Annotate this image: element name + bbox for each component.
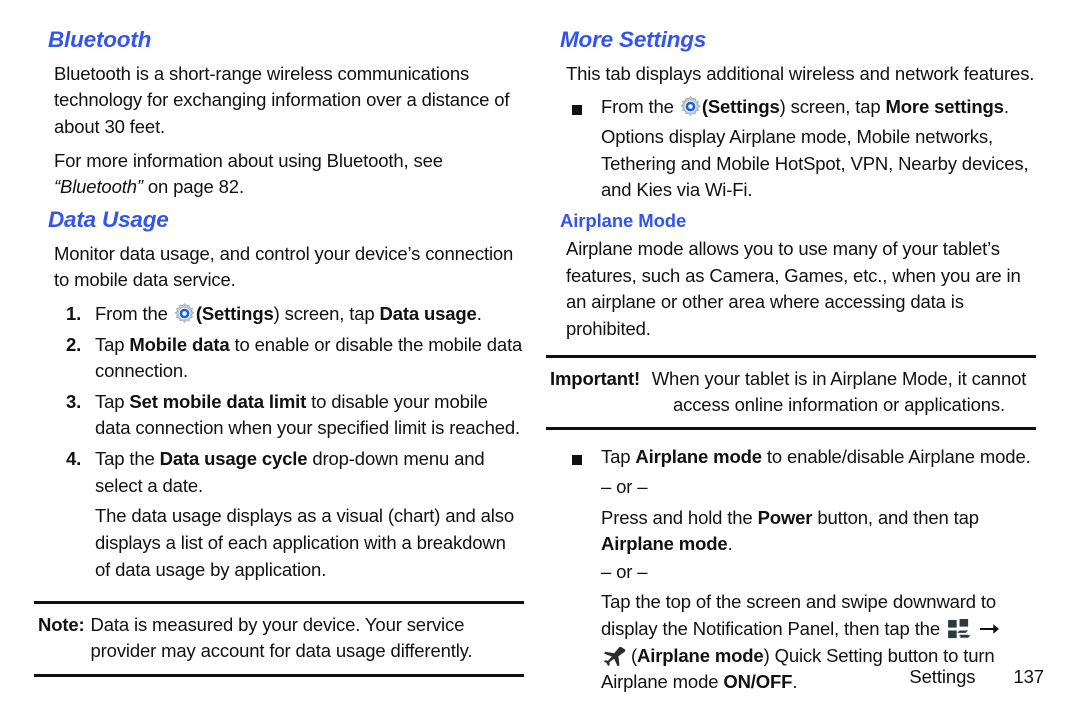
step-text: Tap Set mobile data limit to disable you…	[95, 389, 524, 442]
heading-bluetooth: Bluetooth	[48, 27, 152, 52]
more-settings-bullet-continuation: Options display Airplane mode, Mobile ne…	[601, 126, 1029, 201]
step4-pre: Tap the	[95, 448, 160, 469]
right-column: More Settings This tab displays addition…	[546, 27, 1036, 720]
alt2-target: Airplane mode	[637, 644, 764, 666]
footer-section-name: Settings	[909, 666, 976, 687]
bluetooth-para2-pre: For more information about using Bluetoo…	[54, 149, 443, 171]
settings-gear-icon	[680, 96, 701, 117]
ms-bullet-pre: From the	[601, 96, 679, 118]
alt1-pre: Press and hold the	[601, 506, 758, 528]
airplane-mode-intro: Airplane mode allows you to use many of …	[566, 238, 1021, 340]
step-number: 4.	[66, 448, 82, 469]
right-arrow-icon	[979, 619, 1000, 637]
or-separator-2: – or –	[601, 560, 648, 582]
data-usage-step-3: 3. Tap Set mobile data limit to disable …	[34, 389, 524, 442]
bluetooth-para2-post: on page 82.	[142, 176, 244, 198]
step1-post: .	[476, 302, 482, 324]
more-settings-bullet: From the (Settings) screen, tap More set…	[546, 94, 1036, 122]
note-callout: Note: Data is measured by your device. Y…	[34, 601, 524, 677]
step1-target: Data usage	[379, 302, 477, 324]
alt1-power-key: Power	[757, 506, 813, 528]
bluetooth-paragraph-1: Bluetooth is a short-range wireless comm…	[54, 62, 510, 137]
step1-settings-label: (Settings	[195, 302, 274, 324]
ms-settings-label: (Settings	[701, 96, 780, 118]
bullet-text: From the (Settings) screen, tap More set…	[601, 94, 1036, 122]
ms-bullet-post: .	[1003, 96, 1009, 118]
or-separator-1: – or –	[601, 475, 648, 497]
step-number: 2.	[66, 333, 82, 355]
bullet-text: Tap Airplane mode to enable/disable Airp…	[601, 444, 1036, 472]
alt2-onoff: ON/OFF	[723, 671, 793, 693]
am-bullet-post: to enable/disable Airplane mode.	[761, 446, 1031, 468]
am-bullet-pre: Tap	[601, 446, 636, 468]
heading-more-settings: More Settings	[560, 27, 707, 52]
heading-data-usage: Data Usage	[48, 206, 169, 232]
important-text: When your tablet is in Airplane Mode, it…	[651, 367, 1027, 415]
step1-pre: From the	[95, 302, 173, 324]
important-callout: Important! When your tablet is in Airpla…	[546, 354, 1036, 431]
data-usage-step-1: 1. From the (Settings) screen, tap Data …	[34, 301, 524, 328]
step3-pre: Tap	[95, 390, 130, 412]
important-label: Important!	[550, 367, 640, 389]
step-text: From the (Settings) screen, tap Data usa…	[95, 301, 524, 328]
data-usage-step-2: 2. Tap Mobile data to enable or disable …	[34, 332, 524, 385]
bullet-square-icon	[572, 444, 601, 472]
step-number: 1.	[66, 302, 82, 324]
alt2-post: .	[792, 671, 798, 693]
note-label: Note:	[38, 614, 85, 636]
bullet-square-icon	[572, 94, 601, 122]
bluetooth-paragraph-2: For more information about using Bluetoo…	[34, 148, 524, 201]
airplane-mode-bullet: Tap Airplane mode to enable/disable Airp…	[546, 444, 1036, 472]
step2-target: Mobile data	[129, 333, 230, 355]
data-usage-intro: Monitor data usage, and control your dev…	[54, 242, 514, 291]
heading-airplane-mode: Airplane Mode	[560, 209, 687, 231]
ms-bullet-mid: ) screen, tap	[779, 96, 886, 118]
alt2-pre: Tap the top of the screen and swipe down…	[601, 591, 997, 639]
data-usage-step-4: 4. Tap the Data usage cycle drop-down me…	[34, 446, 524, 499]
bluetooth-para2-reference: “Bluetooth”	[54, 176, 143, 198]
alt1-target: Airplane mode	[601, 533, 728, 555]
step1-mid: ) screen, tap	[273, 302, 380, 324]
alt1-post: .	[727, 533, 733, 555]
step-text: Tap the Data usage cycle drop-down menu …	[95, 446, 524, 499]
quick-settings-grid-icon	[947, 619, 974, 640]
step-number: 3.	[66, 390, 82, 412]
more-settings-intro: This tab displays additional wireless an…	[566, 62, 1035, 84]
ms-bullet-target: More settings	[885, 96, 1004, 118]
manual-page: Bluetooth Bluetooth is a short-range wir…	[0, 0, 1080, 720]
page-footer: Settings 137	[909, 666, 1044, 688]
data-usage-step-4-continuation: The data usage displays as a visual (cha…	[95, 505, 514, 580]
step3-target: Set mobile data limit	[129, 390, 307, 412]
step4-target: Data usage cycle	[159, 448, 308, 469]
step2-pre: Tap	[95, 333, 130, 355]
note-text: Data is measured by your device. Your se…	[90, 614, 473, 662]
airplane-icon	[601, 646, 627, 667]
alt1-mid: button, and then tap	[812, 506, 979, 528]
step-text: Tap Mobile data to enable or disable the…	[95, 332, 524, 385]
airplane-mode-alt-1: Press and hold the Power button, and the…	[546, 505, 1036, 558]
am-bullet-target: Airplane mode	[635, 446, 762, 468]
left-column: Bluetooth Bluetooth is a short-range wir…	[34, 27, 524, 720]
footer-page-number: 137	[1013, 666, 1044, 687]
settings-gear-icon	[174, 302, 195, 324]
